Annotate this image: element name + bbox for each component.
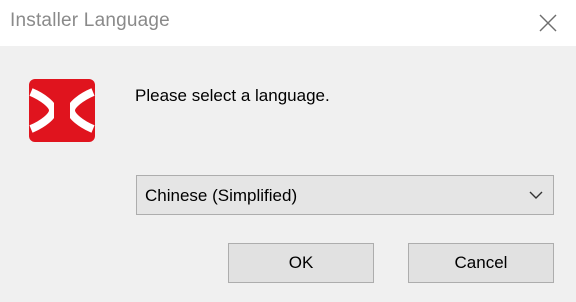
language-prompt: Please select a language. xyxy=(135,86,330,105)
chevron-down-icon xyxy=(529,191,543,199)
cancel-button[interactable]: Cancel xyxy=(408,243,554,283)
language-select-value: Chinese (Simplified) xyxy=(145,186,298,205)
close-button[interactable] xyxy=(520,0,576,46)
window-title: Installer Language xyxy=(10,10,170,31)
ok-button[interactable]: OK xyxy=(228,243,374,283)
language-select[interactable]: Chinese (Simplified) xyxy=(136,175,554,215)
installer-language-dialog: Installer Language Please select a langu… xyxy=(0,0,576,302)
app-logo-icon xyxy=(29,79,95,142)
title-bar: Installer Language xyxy=(0,0,576,46)
close-icon xyxy=(539,14,557,32)
